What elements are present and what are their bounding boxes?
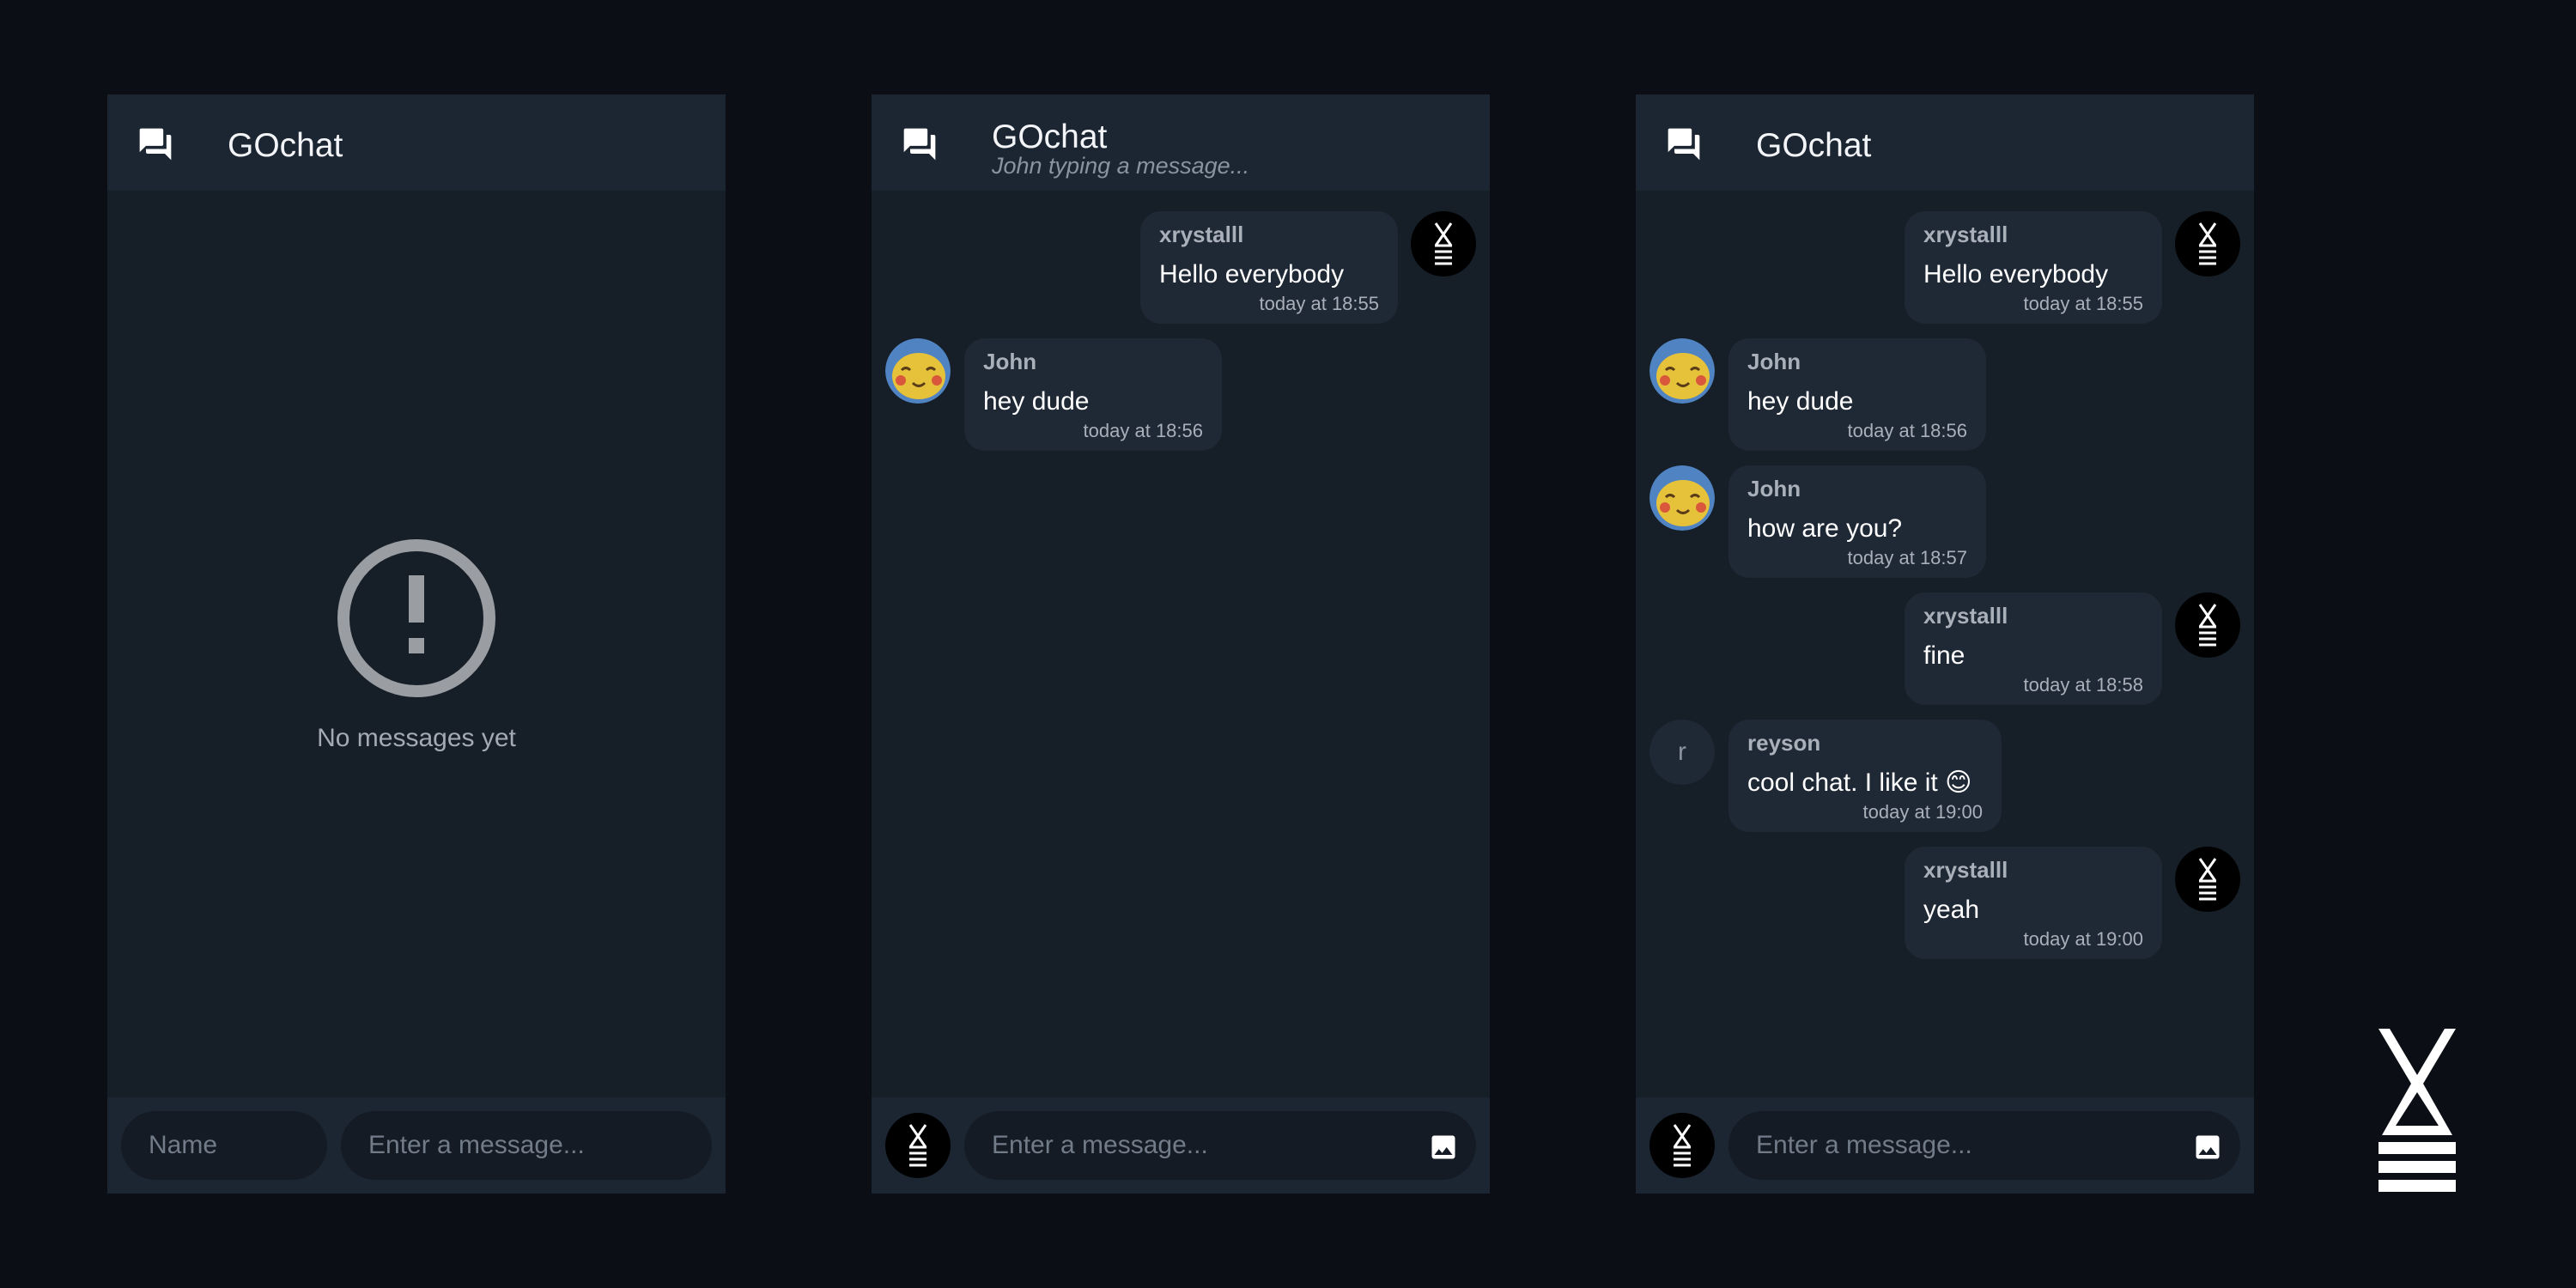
message-bubble: xrystalll yeah today at 19:00 [1905, 847, 2162, 959]
message-time: today at 18:58 [2023, 674, 2143, 696]
x-logo-avatar[interactable] [2175, 211, 2240, 276]
typing-status: John typing a message... [992, 153, 1250, 179]
chat-panel-empty: GOchat No messages yet Name Enter a mess… [107, 94, 726, 1194]
chat-panel-typing: GOchat John typing a message... xrystall… [872, 94, 1490, 1194]
message-author: John [983, 349, 1037, 374]
chat-header: GOchat John typing a message... [872, 94, 1490, 191]
message-time: today at 18:56 [1083, 420, 1203, 441]
x-logo-avatar[interactable] [1411, 211, 1476, 276]
message-text: hey dude [1747, 387, 1854, 416]
message-text: fine [1923, 641, 1965, 670]
message-time: today at 18:55 [1259, 293, 1379, 314]
message-input[interactable]: Enter a message... [964, 1111, 1476, 1180]
message-text: cool chat. I like it 😊 [1747, 769, 1972, 797]
message-time: today at 18:55 [2023, 293, 2143, 314]
name-input[interactable]: Name [121, 1111, 327, 1180]
message-input[interactable]: Enter a message... [341, 1111, 712, 1180]
pikachu-avatar[interactable] [1649, 465, 1715, 531]
image-icon[interactable] [1428, 1132, 1459, 1163]
image-icon[interactable] [2192, 1132, 2223, 1163]
app-title: GOchat [1756, 127, 1872, 164]
message-author: John [1747, 476, 1801, 501]
message-input[interactable]: Enter a message... [1728, 1111, 2240, 1180]
message-author: xrystalll [1923, 222, 2008, 247]
x-logo-avatar[interactable] [885, 1113, 951, 1178]
chat-header: GOchat [107, 94, 726, 191]
message-input-placeholder: Enter a message... [992, 1131, 1208, 1159]
forum-icon [903, 128, 936, 161]
message-time: today at 19:00 [2023, 928, 2143, 950]
message-composer: Enter a message... [1636, 1097, 2254, 1194]
message-author: xrystalll [1923, 857, 2008, 883]
x-logo-avatar[interactable] [2175, 847, 2240, 912]
message-text: hey dude [983, 387, 1090, 416]
forum-icon [139, 128, 172, 161]
message-text: how are you? [1747, 514, 1903, 543]
letter-avatar[interactable]: r [1649, 720, 1715, 785]
message-text: Hello everybody [1923, 260, 2109, 289]
chat-header: GOchat [1636, 94, 2254, 191]
pikachu-avatar[interactable] [885, 338, 951, 404]
pikachu-avatar[interactable] [1649, 338, 1715, 404]
message-bubble: John hey dude today at 18:56 [1728, 338, 1986, 451]
avatar-letter: r [1678, 738, 1686, 766]
message-bubble: xrystalll fine today at 18:58 [1905, 592, 2162, 705]
app-title: GOchat [992, 118, 1108, 155]
chat-panel-conversation: GOchat xrystalll Hello everybody today a… [1636, 94, 2254, 1194]
message-bubble: xrystalll Hello everybody today at 18:55 [1140, 211, 1398, 324]
x-logo-avatar[interactable] [2175, 592, 2240, 658]
message-composer: Enter a message... [872, 1097, 1490, 1194]
empty-state: No messages yet [107, 537, 726, 753]
message-composer: Name Enter a message... [107, 1097, 726, 1194]
app-title: GOchat [228, 127, 343, 164]
message-bubble: reyson cool chat. I like it 😊 today at 1… [1728, 720, 2002, 832]
message-bubble: John how are you? today at 18:57 [1728, 465, 1986, 578]
message-author: xrystalll [1159, 222, 1244, 247]
message-bubble: xrystalll Hello everybody today at 18:55 [1905, 211, 2162, 324]
message-author: reyson [1747, 730, 1821, 756]
message-author: xrystalll [1923, 603, 2008, 629]
exclamation-circle-icon [337, 539, 495, 697]
empty-state-text: No messages yet [317, 724, 516, 752]
message-bubble: John hey dude today at 18:56 [964, 338, 1222, 451]
x-logo [2379, 1029, 2456, 1192]
message-author: John [1747, 349, 1801, 374]
message-time: today at 18:56 [1847, 420, 1967, 441]
message-time: today at 19:00 [1862, 801, 1983, 823]
message-time: today at 18:57 [1847, 547, 1967, 568]
message-text: Hello everybody [1159, 260, 1345, 289]
x-logo-avatar[interactable] [1649, 1113, 1715, 1178]
forum-icon [1668, 128, 1700, 161]
message-text: yeah [1923, 896, 1980, 924]
message-input-placeholder: Enter a message... [1756, 1131, 1972, 1159]
